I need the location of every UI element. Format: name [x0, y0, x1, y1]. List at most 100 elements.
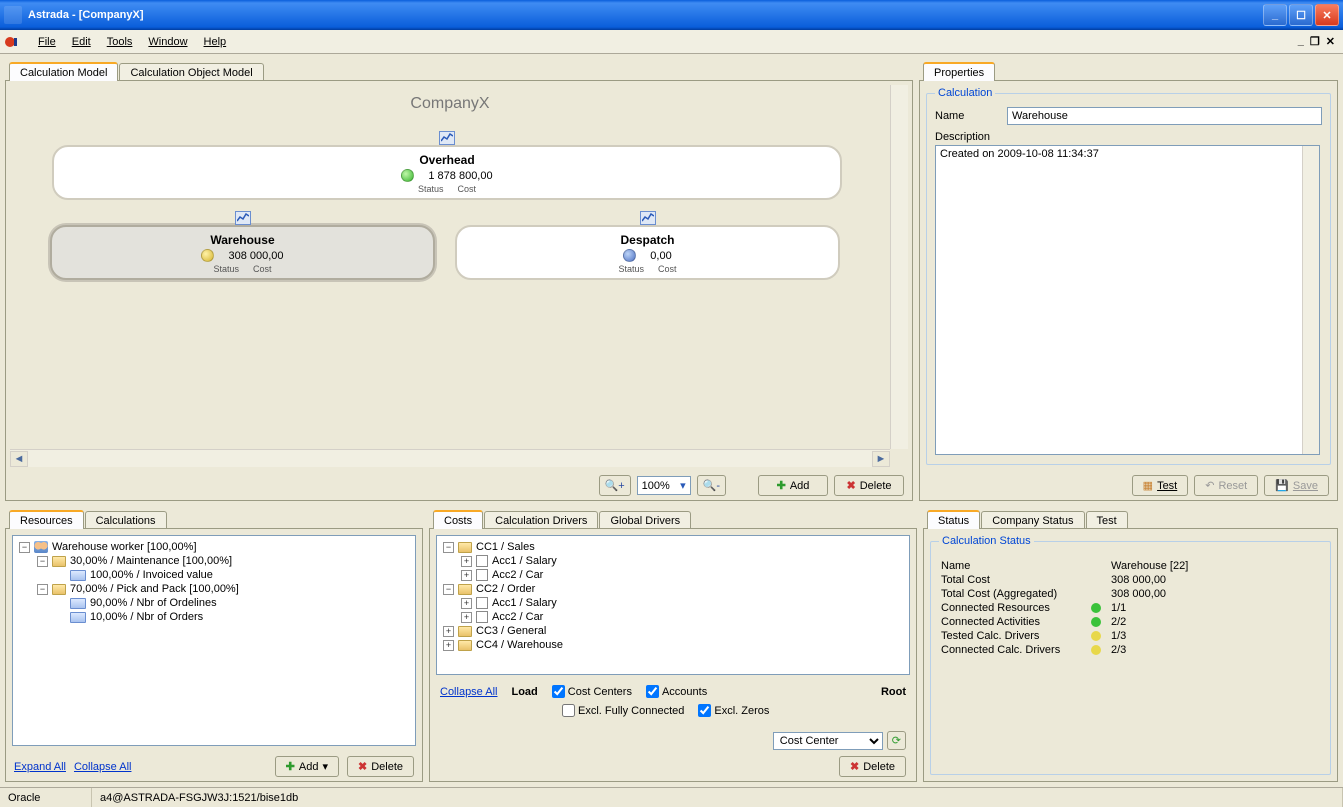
- expander-minus-icon[interactable]: −: [443, 542, 454, 553]
- scroll-left-icon[interactable]: ◄: [10, 451, 28, 467]
- menu-help[interactable]: Help: [196, 34, 235, 50]
- card-icon: [70, 612, 86, 623]
- status-dot-yellow: [1091, 645, 1101, 655]
- tree-row[interactable]: −CC1 / Sales: [441, 540, 905, 554]
- tab-costs[interactable]: Costs: [433, 510, 483, 529]
- mdi-close-button[interactable]: ✕: [1326, 35, 1335, 48]
- menu-edit[interactable]: Edit: [64, 34, 99, 50]
- mdi-minimize-button[interactable]: _: [1298, 35, 1304, 48]
- expander-plus-icon[interactable]: +: [443, 626, 454, 637]
- zoom-out-button[interactable]: 🔍-: [697, 475, 726, 496]
- tab-calculations[interactable]: Calculations: [85, 511, 167, 529]
- folder-icon: [52, 556, 66, 567]
- calculation-legend: Calculation: [935, 87, 995, 99]
- node-overhead-cost: 1 878 800,00: [428, 170, 492, 182]
- account-icon: [476, 555, 488, 567]
- delete-button[interactable]: ✖Delete: [834, 475, 904, 496]
- save-button[interactable]: 💾Save: [1264, 475, 1329, 496]
- x-icon: ✖: [850, 760, 859, 773]
- canvas-hscroll[interactable]: ◄ ►: [10, 449, 890, 467]
- tree-row[interactable]: 10,00% / Nbr of Orders: [17, 610, 411, 624]
- zoom-combobox[interactable]: 100%▾: [637, 476, 691, 495]
- cb-excl-fully-connected[interactable]: Excl. Fully Connected: [562, 704, 684, 717]
- expander-plus-icon[interactable]: +: [461, 612, 472, 623]
- test-icon: ▦: [1143, 479, 1153, 492]
- tab-calculation-drivers[interactable]: Calculation Drivers: [484, 511, 598, 529]
- tab-resources[interactable]: Resources: [9, 510, 84, 529]
- cb-accounts[interactable]: Accounts: [646, 685, 707, 698]
- tree-row[interactable]: +Acc1 / Salary: [441, 554, 905, 568]
- delete-resource-button[interactable]: ✖Delete: [347, 756, 414, 777]
- expander-minus-icon[interactable]: −: [443, 584, 454, 595]
- node-warehouse[interactable]: Warehouse 308 000,00 Status Cost: [50, 225, 435, 280]
- maximize-button[interactable]: ☐: [1289, 4, 1313, 26]
- description-textarea[interactable]: Created on 2009-10-08 11:34:37: [935, 145, 1320, 455]
- menu-file[interactable]: File: [30, 34, 64, 50]
- status-dot-blue: [623, 249, 636, 262]
- tab-company-status[interactable]: Company Status: [981, 511, 1084, 529]
- undo-icon: ↶: [1205, 479, 1214, 492]
- menu-bar: File Edit Tools Window Help _ ❐ ✕: [0, 30, 1343, 54]
- collapse-all-link[interactable]: Collapse All: [74, 761, 131, 773]
- tab-test[interactable]: Test: [1086, 511, 1128, 529]
- tree-row[interactable]: 90,00% / Nbr of Ordelines: [17, 596, 411, 610]
- expander-minus-icon[interactable]: −: [19, 542, 30, 553]
- expander-minus-icon[interactable]: −: [37, 556, 48, 567]
- tree-row[interactable]: −70,00% / Pick and Pack [100,00%]: [17, 582, 411, 596]
- expander-plus-icon[interactable]: +: [461, 570, 472, 581]
- tab-calculation-model[interactable]: Calculation Model: [9, 62, 118, 81]
- root-combobox[interactable]: Cost Center: [773, 732, 883, 750]
- tree-row[interactable]: −CC2 / Order: [441, 582, 905, 596]
- node-despatch[interactable]: Despatch 0,00 Status Cost: [455, 225, 840, 280]
- close-button[interactable]: ✕: [1315, 4, 1339, 26]
- scroll-right-icon[interactable]: ►: [872, 451, 890, 467]
- tab-global-drivers[interactable]: Global Drivers: [599, 511, 691, 529]
- add-resource-button[interactable]: ✚Add ▾: [275, 756, 339, 777]
- resources-tree[interactable]: −Warehouse worker [100,00%] −30,00% / Ma…: [12, 535, 416, 746]
- tree-row[interactable]: +CC4 / Warehouse: [441, 638, 905, 652]
- mdi-restore-button[interactable]: ❐: [1310, 35, 1320, 48]
- costs-tree[interactable]: −CC1 / Sales +Acc1 / Salary +Acc2 / Car …: [436, 535, 910, 675]
- expander-plus-icon[interactable]: +: [461, 598, 472, 609]
- tree-row[interactable]: +Acc2 / Car: [441, 568, 905, 582]
- status-panel: Status Company Status Test Calculation S…: [922, 506, 1339, 783]
- node-overhead[interactable]: Overhead 1 878 800,00 Status Cost: [52, 145, 842, 200]
- refresh-icon: ⟳: [892, 734, 901, 747]
- tree-row[interactable]: −30,00% / Maintenance [100,00%]: [17, 554, 411, 568]
- textarea-vscroll[interactable]: [1302, 146, 1319, 454]
- minimize-button[interactable]: _: [1263, 4, 1287, 26]
- tree-row[interactable]: 100,00% / Invoiced value: [17, 568, 411, 582]
- status-dot-green: [1091, 617, 1101, 627]
- folder-icon: [458, 626, 472, 637]
- expander-plus-icon[interactable]: +: [443, 640, 454, 651]
- canvas-vscroll[interactable]: [890, 85, 908, 449]
- name-input[interactable]: Warehouse: [1007, 107, 1322, 125]
- collapse-all-link[interactable]: Collapse All: [440, 686, 497, 698]
- save-icon: 💾: [1275, 479, 1289, 492]
- add-button[interactable]: ✚Add: [758, 475, 828, 496]
- cb-cost-centers[interactable]: Cost Centers: [552, 685, 632, 698]
- tab-calculation-object-model[interactable]: Calculation Object Model: [119, 63, 263, 81]
- menu-tools[interactable]: Tools: [99, 34, 141, 50]
- model-canvas[interactable]: CompanyX Overhead 1 878 800,00 Status: [10, 85, 908, 467]
- tree-row[interactable]: +Acc2 / Car: [441, 610, 905, 624]
- test-button[interactable]: ▦Test: [1132, 475, 1189, 496]
- tab-properties[interactable]: Properties: [923, 62, 995, 81]
- menu-window[interactable]: Window: [140, 34, 195, 50]
- zoom-in-button[interactable]: 🔍+: [599, 475, 631, 496]
- refresh-button[interactable]: ⟳: [887, 731, 906, 750]
- expand-all-link[interactable]: Expand All: [14, 761, 66, 773]
- cb-excl-zeros[interactable]: Excl. Zeros: [698, 704, 769, 717]
- statusbar-connection: a4@ASTRADA-FSGJW3J:1521/bise1db: [92, 788, 1343, 807]
- expander-minus-icon[interactable]: −: [37, 584, 48, 595]
- name-label: Name: [935, 110, 999, 122]
- status-dot-green: [401, 169, 414, 182]
- reset-button[interactable]: ↶Reset: [1194, 475, 1258, 496]
- tree-row[interactable]: +Acc1 / Salary: [441, 596, 905, 610]
- tree-row[interactable]: +CC3 / General: [441, 624, 905, 638]
- expander-plus-icon[interactable]: +: [461, 556, 472, 567]
- delete-cost-button[interactable]: ✖Delete: [839, 756, 906, 777]
- tab-status[interactable]: Status: [927, 510, 980, 529]
- app-glyph-icon: [4, 34, 22, 50]
- tree-row[interactable]: −Warehouse worker [100,00%]: [17, 540, 411, 554]
